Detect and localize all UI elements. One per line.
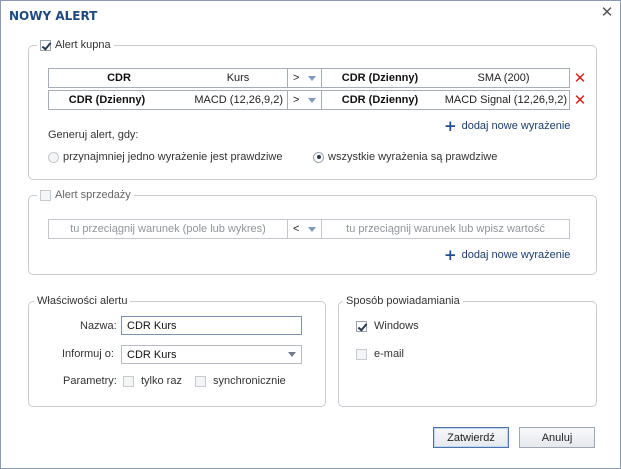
cancel-button[interactable]: Anuluj	[519, 427, 595, 448]
right-field: MACD Signal (12,26,9,2)	[444, 94, 567, 106]
close-icon[interactable]: ✕	[599, 5, 615, 21]
radio-any-label: przynajmniej jedno wyrażenie jest prawdz…	[63, 151, 283, 163]
right-field: SMA (200)	[477, 72, 530, 84]
sync-checkbox[interactable]: synchronicznie	[195, 375, 286, 387]
buy-alert-label: Alert kupna	[55, 39, 111, 51]
buy-expression-row-2[interactable]: CDR (Dzienny) MACD (12,26,9,2) > CDR (Dz…	[48, 90, 570, 110]
params-label: Parametry:	[63, 375, 117, 387]
alert-properties-legend: Właściwości alertu	[34, 294, 131, 308]
notification-method-legend: Sposób powiadamiania	[343, 294, 463, 308]
delete-x-icon[interactable]: ✕	[573, 93, 587, 108]
left-instrument: CDR	[107, 72, 131, 84]
email-checkbox-box[interactable]	[356, 348, 367, 360]
chevron-down-icon	[308, 97, 316, 103]
radio-all-label: wszystkie wyrażenia są prawdziwe	[328, 151, 498, 163]
sell-right-placeholder[interactable]: tu przeciągnij warunek lub wpisz wartość	[322, 220, 569, 238]
name-input[interactable]: CDR Kurs	[121, 316, 302, 335]
windows-checkbox[interactable]: Windows	[356, 320, 419, 332]
buy-alert-legend: Alert kupna	[37, 38, 114, 52]
buy-alert-checkbox[interactable]	[40, 39, 51, 51]
buy-add-expression-label: dodaj nowe wyrażenie	[461, 120, 571, 132]
sell-alert-checkbox[interactable]	[40, 189, 51, 201]
sync-checkbox-box[interactable]	[195, 375, 206, 387]
sell-add-expression-label: dodaj nowe wyrażenie	[461, 249, 571, 261]
left-instrument: CDR (Dzienny)	[68, 94, 146, 106]
windows-checkbox-box[interactable]	[356, 320, 367, 332]
email-label: e-mail	[374, 348, 404, 360]
once-checkbox-box[interactable]	[123, 375, 134, 387]
generate-alert-label: Generuj alert, gdy:	[48, 129, 139, 141]
chevron-down-icon	[288, 352, 296, 357]
sell-expression-row[interactable]: tu przeciągnij warunek (pole lub wykres)…	[48, 219, 570, 239]
left-field: MACD (12,26,9,2)	[194, 94, 283, 106]
email-checkbox[interactable]: e-mail	[356, 348, 404, 360]
right-condition[interactable]: CDR (Dzienny) SMA (200)	[322, 69, 569, 87]
sell-alert-legend: Alert sprzedaży	[37, 188, 134, 202]
once-label: tylko raz	[141, 375, 182, 387]
right-instrument: CDR (Dzienny)	[341, 94, 419, 106]
dialog-title: NOWY ALERT	[9, 9, 98, 23]
left-condition[interactable]: CDR Kurs	[49, 69, 288, 87]
inform-select[interactable]: CDR Kurs	[121, 345, 302, 364]
sell-alert-label: Alert sprzedaży	[55, 189, 131, 201]
once-checkbox[interactable]: tylko raz	[123, 375, 182, 387]
confirm-button[interactable]: Zatwierdź	[433, 427, 509, 448]
sell-operator-select[interactable]: <	[288, 220, 322, 238]
operator-select[interactable]: >	[288, 69, 322, 87]
buy-add-expression-link[interactable]: + dodaj nowe wyrażenie	[444, 117, 571, 135]
sell-left-placeholder[interactable]: tu przeciągnij warunek (pole lub wykres)	[49, 220, 288, 238]
delete-x-icon[interactable]: ✕	[573, 71, 587, 86]
new-alert-dialog: NOWY ALERT ✕ Alert kupna CDR Kurs > CDR …	[0, 0, 621, 469]
operator-select[interactable]: >	[288, 91, 322, 109]
radio-all-button[interactable]	[313, 151, 324, 163]
chevron-down-icon	[308, 75, 316, 81]
sell-operator-value: <	[293, 223, 300, 235]
left-field: Kurs	[226, 72, 250, 84]
buy-expression-row-1[interactable]: CDR Kurs > CDR (Dzienny) SMA (200)	[48, 68, 570, 88]
plus-icon: +	[444, 117, 457, 135]
left-condition[interactable]: CDR (Dzienny) MACD (12,26,9,2)	[49, 91, 288, 109]
operator-value: >	[293, 94, 300, 106]
plus-icon: +	[444, 246, 457, 264]
operator-value: >	[293, 72, 300, 84]
radio-all-expressions[interactable]: wszystkie wyrażenia są prawdziwe	[313, 151, 497, 163]
chevron-down-icon	[308, 226, 316, 232]
sell-add-expression-link[interactable]: + dodaj nowe wyrażenie	[444, 246, 571, 264]
right-condition[interactable]: CDR (Dzienny) MACD Signal (12,26,9,2)	[322, 91, 569, 109]
radio-any-expression[interactable]: przynajmniej jedno wyrażenie jest prawdz…	[48, 151, 283, 163]
radio-any-button[interactable]	[48, 151, 59, 163]
inform-select-value: CDR Kurs	[127, 348, 177, 361]
windows-label: Windows	[374, 320, 419, 332]
sync-label: synchronicznie	[213, 375, 286, 387]
inform-label: Informuj o:	[62, 348, 114, 360]
right-instrument: CDR (Dzienny)	[341, 72, 419, 84]
name-label: Nazwa:	[80, 320, 117, 332]
